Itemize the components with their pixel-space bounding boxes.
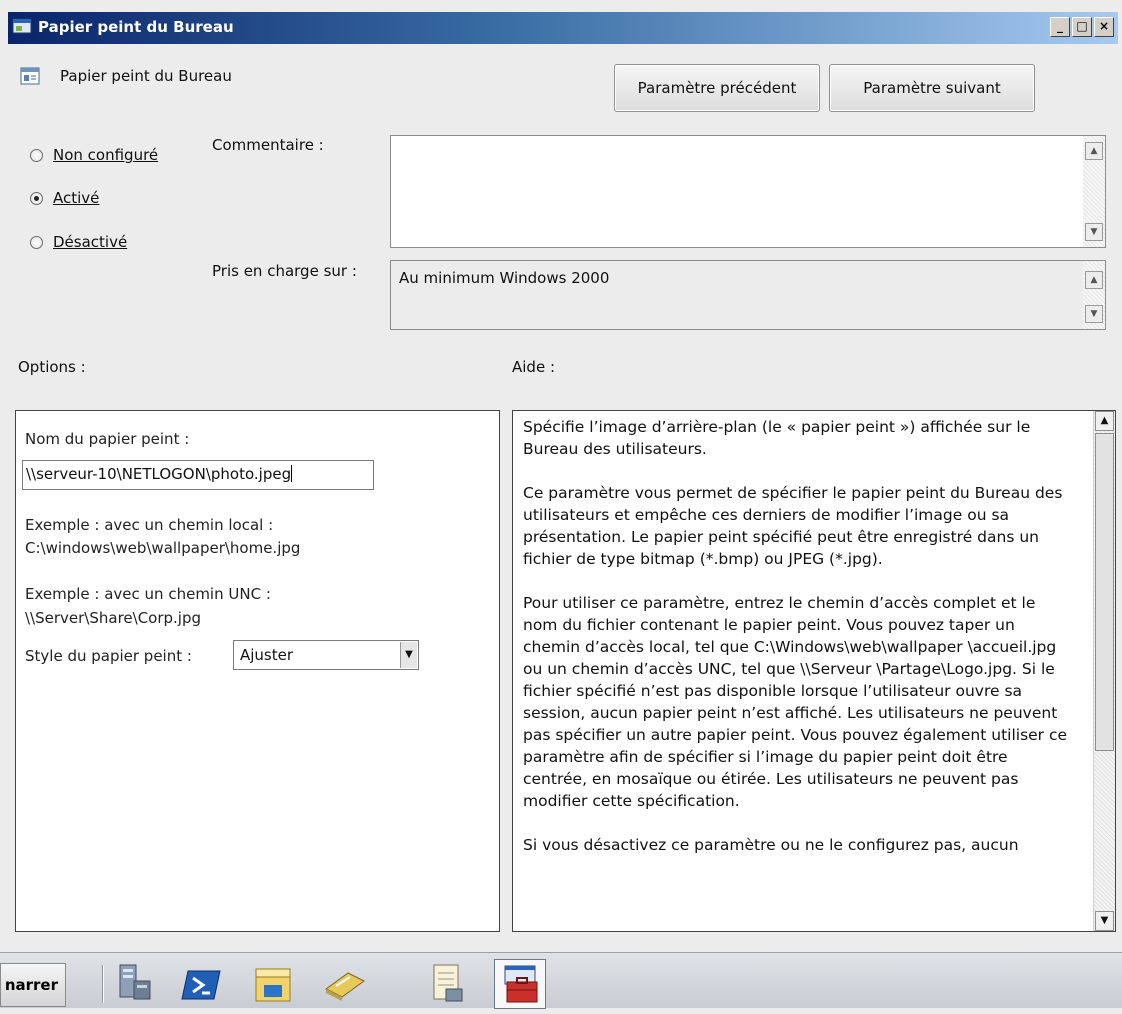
- radio-enabled[interactable]: Activé: [30, 189, 99, 207]
- previous-setting-label: Paramètre précédent: [637, 79, 797, 97]
- taskbar: narrer: [0, 952, 1122, 1009]
- radio-not-configured-label: Non configuré: [53, 146, 159, 164]
- help-heading: Aide :: [512, 358, 556, 376]
- start-button-label: narrer: [4, 976, 58, 994]
- radio-enabled-label: Activé: [53, 189, 100, 207]
- help-text: Spécifie l’image d’arrière-plan (le « pa…: [523, 416, 1068, 878]
- radio-disabled[interactable]: Désactivé: [30, 233, 127, 251]
- explorer-icon: [255, 968, 291, 1002]
- scroll-down-icon[interactable]: ▼: [1095, 911, 1114, 931]
- wallpaper-style-select[interactable]: Ajuster ▼: [233, 640, 419, 670]
- supported-on-label: Pris en charge sur :: [212, 262, 357, 280]
- policy-setting-icon: [20, 67, 40, 85]
- help-panel: Spécifie l’image d’arrière-plan (le « pa…: [512, 410, 1116, 932]
- window-title: Papier peint du Bureau: [38, 18, 234, 36]
- radio-enabled-control[interactable]: [30, 191, 43, 205]
- scroll-up-icon[interactable]: ▲: [1085, 142, 1103, 160]
- supported-on-value: Au minimum Windows 2000: [399, 269, 610, 287]
- help-paragraph: Pour utiliser ce paramètre, entrez le ch…: [523, 594, 1068, 810]
- scroll-up-icon[interactable]: ▲: [1085, 271, 1103, 289]
- taskbar-toolbox[interactable]: [494, 959, 546, 1009]
- minimize-button[interactable]: _: [1050, 17, 1070, 37]
- server-manager-icon: [119, 964, 151, 1000]
- radio-not-configured[interactable]: Non configuré: [30, 146, 158, 164]
- scroll-up-icon[interactable]: ▲: [1095, 411, 1114, 431]
- example-local-path: C:\windows\web\wallpaper\home.jpg: [25, 539, 301, 557]
- radio-disabled-label: Désactivé: [53, 233, 128, 251]
- wallpaper-name-label: Nom du papier peint :: [25, 430, 190, 448]
- wallpaper-path-input[interactable]: \\serveur-10\NETLOGON\photo.jpeg: [22, 460, 374, 490]
- policy-app-icon: [12, 18, 32, 34]
- comment-textarea[interactable]: ▲ ▼: [390, 135, 1106, 248]
- policy-dialog: Papier peint du Bureau _ □ × Papier pein…: [0, 0, 1122, 952]
- help-paragraph: Ce paramètre vous permet de spécifier le…: [523, 484, 1063, 568]
- previous-setting-button[interactable]: Paramètre précédent: [614, 64, 820, 112]
- taskbar-explorer[interactable]: [246, 959, 298, 1009]
- wallpaper-path-value: \\serveur-10\NETLOGON\photo.jpeg: [26, 465, 292, 483]
- next-setting-label: Paramètre suivant: [863, 79, 1001, 97]
- window-controls: _ □ ×: [1050, 17, 1114, 37]
- scanner-icon: [325, 972, 365, 1001]
- notepad-icon: [433, 964, 463, 1002]
- example-unc-path: \\Server\Share\Corp.jpg: [25, 609, 202, 627]
- wallpaper-style-label: Style du papier peint :: [25, 647, 192, 665]
- powershell-icon: [181, 970, 221, 1000]
- taskbar-server-manager[interactable]: [108, 959, 160, 1009]
- close-button[interactable]: ×: [1094, 17, 1114, 37]
- supported-on-field: Au minimum Windows 2000 ▲ ▼: [390, 260, 1106, 330]
- comment-scrollbar[interactable]: ▲ ▼: [1083, 136, 1105, 247]
- taskbar-separator: [102, 965, 104, 1003]
- radio-disabled-control[interactable]: [30, 235, 43, 249]
- help-scrollbar[interactable]: ▲ ▼: [1093, 411, 1115, 931]
- comment-label: Commentaire :: [212, 136, 324, 154]
- start-button[interactable]: narrer: [0, 963, 66, 1007]
- help-paragraph: Spécifie l’image d’arrière-plan (le « pa…: [523, 418, 1031, 458]
- text-caret: [291, 465, 293, 482]
- title-bar[interactable]: Papier peint du Bureau _ □ ×: [8, 12, 1118, 44]
- taskbar-scanner[interactable]: [318, 959, 370, 1009]
- chevron-down-icon[interactable]: ▼: [400, 642, 417, 668]
- options-heading: Options :: [18, 358, 86, 376]
- radio-not-configured-control[interactable]: [30, 148, 43, 162]
- supported-scrollbar[interactable]: ▲ ▼: [1083, 261, 1105, 329]
- next-setting-button[interactable]: Paramètre suivant: [829, 64, 1035, 112]
- taskbar-notepad[interactable]: [420, 959, 472, 1009]
- scroll-thumb[interactable]: [1095, 433, 1114, 751]
- example-local-label: Exemple : avec un chemin local :: [25, 516, 274, 534]
- toolbox-icon: [504, 965, 538, 1003]
- scroll-down-icon[interactable]: ▼: [1085, 223, 1103, 241]
- maximize-button[interactable]: □: [1072, 17, 1092, 37]
- taskbar-powershell[interactable]: [176, 959, 228, 1009]
- help-paragraph: Si vous désactivez ce paramètre ou ne le…: [523, 836, 1019, 854]
- options-panel: Nom du papier peint : \\serveur-10\NETLO…: [15, 410, 500, 932]
- scroll-down-icon[interactable]: ▼: [1085, 305, 1103, 323]
- wallpaper-style-value: Ajuster: [240, 646, 294, 664]
- policy-name: Papier peint du Bureau: [60, 67, 232, 85]
- example-unc-label: Exemple : avec un chemin UNC :: [25, 585, 271, 603]
